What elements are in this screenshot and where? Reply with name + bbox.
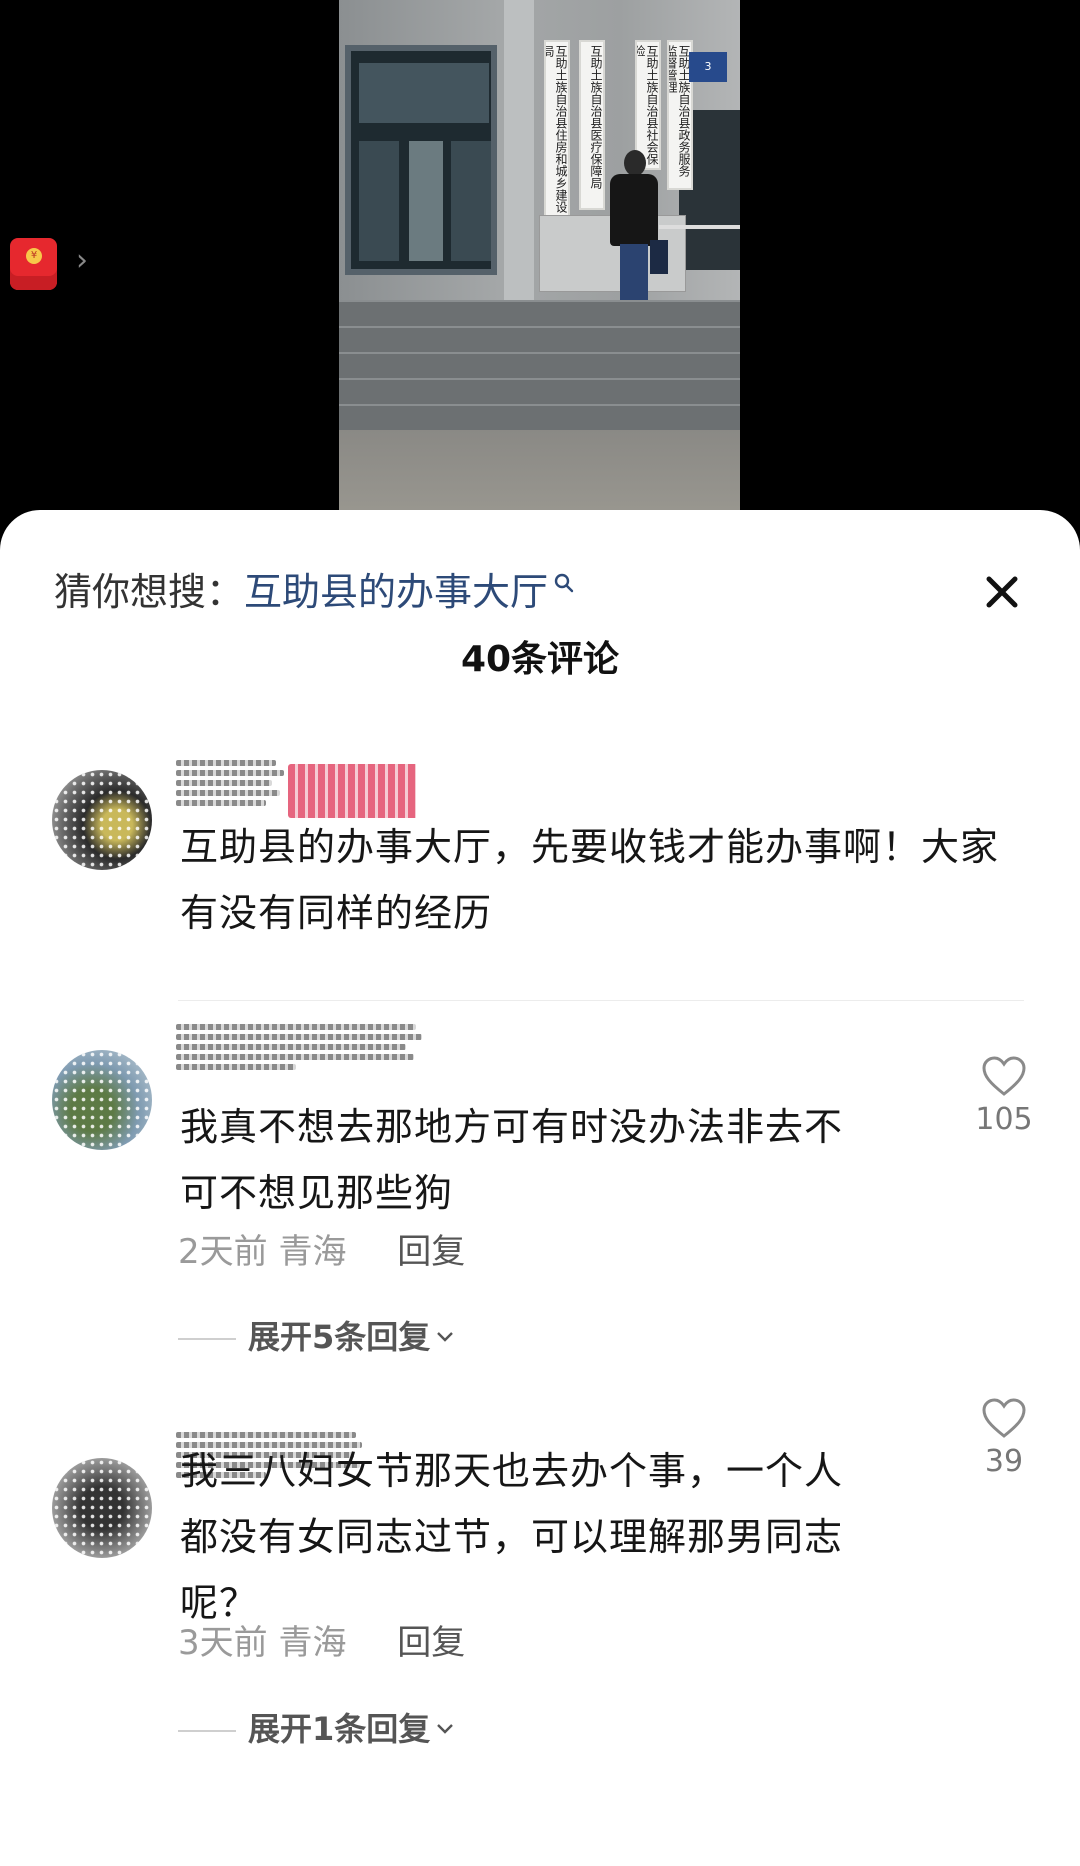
comment-text: 互助县的办事大厅，先要收钱才能办事啊！大家有没有同样的经历 (180, 825, 1000, 935)
handrail (659, 225, 740, 229)
expand-replies-button[interactable]: 展开1条回复 (178, 1704, 454, 1754)
video-player[interactable]: 互助土族自治县住房和城乡建设局 互助土族自治县医疗保障局 互助土族自治县社会保险… (0, 0, 1080, 540)
comment-text: 我三八妇女节那天也去办个事，一个人都没有女同志过节，可以理解那男同志呢？ (180, 1449, 844, 1625)
search-icon (554, 573, 574, 593)
search-suggestion-query[interactable]: 互助县的办事大厅 (244, 570, 548, 614)
entrance-stairs (339, 300, 740, 430)
expand-replies-label: 展开5条回复 (248, 1318, 431, 1356)
username-blurred[interactable] (176, 760, 416, 820)
red-envelope-icon[interactable]: ¥ (10, 238, 57, 290)
building-pillar (504, 0, 534, 300)
comment-location: 青海 (278, 1232, 347, 1272)
expand-dash (178, 1730, 236, 1732)
glass-door (345, 45, 497, 275)
reply-button[interactable]: 回复 (397, 1623, 465, 1663)
like-button[interactable]: 39 (972, 1396, 1036, 1484)
comment-meta: 2天前 青海 回复 (178, 1227, 465, 1277)
comment-location: 青海 (278, 1623, 347, 1663)
comment-time: 2天前 (178, 1232, 268, 1272)
avatar[interactable] (52, 1050, 152, 1150)
comment-text: 我真不想去那地方可有时没办法非去不可不想见那些狗 (180, 1105, 844, 1215)
chevron-right-icon[interactable]: › (76, 246, 88, 276)
expand-replies-button[interactable]: 展开5条回复 (178, 1312, 454, 1362)
plaza-ground (339, 430, 740, 510)
video-frame: 互助土族自治县住房和城乡建设局 互助土族自治县医疗保障局 互助土族自治县社会保险… (339, 0, 740, 510)
door-number-plate: 3 (689, 52, 727, 82)
divider (178, 1000, 1024, 1001)
comment-count-title: 40条评论 (460, 639, 620, 680)
heart-icon (982, 1398, 1026, 1438)
username-blurred[interactable] (176, 1024, 426, 1084)
office-sign: 互助土族自治县医疗保障局 (579, 40, 605, 210)
like-button[interactable]: 105 (972, 1054, 1036, 1142)
like-count: 105 (975, 1102, 1033, 1137)
reply-button[interactable]: 回复 (397, 1232, 465, 1272)
like-count: 39 (984, 1444, 1024, 1479)
chevron-down-icon (437, 1724, 454, 1734)
avatar[interactable] (52, 1458, 152, 1558)
comment-sheet: 猜你想搜：互助县的办事大厅 40条评论 互助县的办事大厅，先要收钱才能办事啊！大… (0, 510, 1080, 1866)
avatar[interactable] (52, 770, 152, 870)
expand-dash (178, 1338, 236, 1340)
comment-time: 3天前 (178, 1623, 268, 1663)
search-suggestion-label: 猜你想搜： (54, 570, 245, 614)
close-icon[interactable] (980, 570, 1024, 614)
chevron-down-icon (437, 1332, 454, 1342)
comment-meta: 3天前 青海 回复 (178, 1618, 465, 1668)
heart-icon (982, 1056, 1026, 1096)
search-suggestion[interactable]: 猜你想搜：互助县的办事大厅 (54, 566, 574, 618)
office-sign: 互助土族自治县住房和城乡建设局 (544, 40, 570, 220)
expand-replies-label: 展开1条回复 (248, 1710, 431, 1748)
